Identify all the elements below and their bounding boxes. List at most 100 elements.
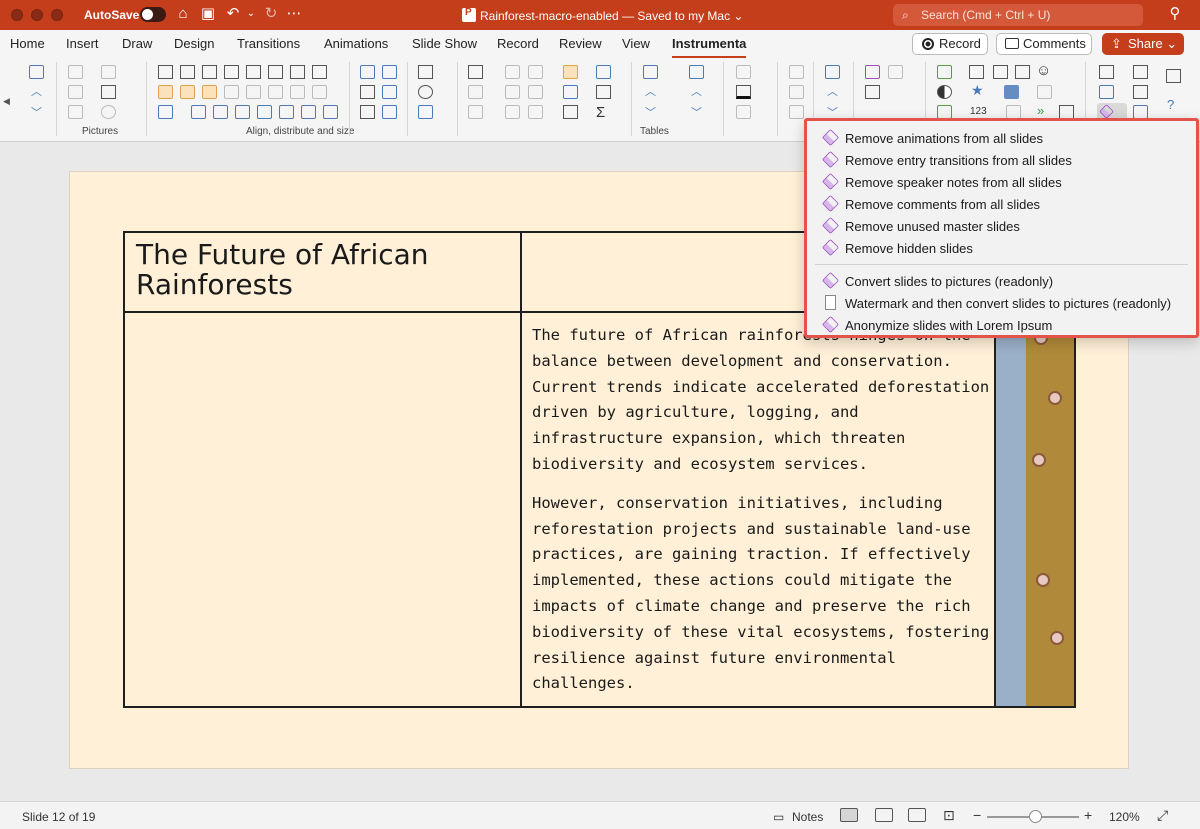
slide-sorter-view-button[interactable] (875, 808, 893, 822)
chevron-up-icon[interactable]: ︿ (827, 87, 838, 98)
contrast-icon[interactable] (937, 85, 952, 99)
table-style-icon[interactable] (563, 65, 578, 79)
align-middle-icon[interactable] (246, 65, 261, 79)
tab-insert[interactable]: Insert (66, 36, 99, 51)
ribbon-scroll-left-icon[interactable]: ◀ (3, 96, 10, 107)
swap-positions-icon[interactable] (158, 105, 173, 119)
same-height-icon[interactable] (180, 85, 195, 99)
autosave-toggle[interactable] (140, 7, 166, 22)
snap-icon[interactable] (213, 105, 228, 119)
convert-table-icon[interactable] (563, 85, 578, 99)
document-icon[interactable] (1015, 65, 1030, 79)
chevron-up-icon[interactable]: ︿ (645, 87, 656, 98)
distribute-vertical-icon[interactable] (312, 65, 327, 79)
merge-cells-icon[interactable] (505, 85, 520, 99)
skew-icon[interactable] (312, 85, 327, 99)
shape-fill-icon[interactable] (101, 105, 116, 119)
notes-button[interactable]: Notes (792, 810, 823, 824)
redo-icon[interactable]: ↻ (262, 5, 280, 23)
emoji-icon[interactable]: ☺ (1036, 63, 1051, 78)
align-right-icon[interactable] (202, 65, 217, 79)
normal-view-button[interactable] (840, 808, 858, 822)
close-window-button[interactable] (11, 9, 23, 21)
undo-icon[interactable]: ↶ (224, 5, 242, 23)
more-options-icon[interactable]: ⋯ (285, 5, 303, 23)
insert-table-icon[interactable] (468, 65, 483, 79)
share-button[interactable]: ⇪ Share ⌄ (1102, 33, 1184, 55)
grid-size-icon[interactable] (224, 85, 239, 99)
transpose-table-icon[interactable] (563, 105, 578, 119)
color-grid-icon[interactable] (1004, 85, 1019, 99)
tab-instrumenta[interactable]: Instrumenta (672, 36, 747, 59)
menu-item-remove-animations[interactable]: Remove animations from all slides (807, 127, 1196, 149)
delete-row-icon[interactable] (505, 65, 520, 79)
numbering-icon[interactable]: 123 (970, 106, 987, 117)
stamp-icon[interactable] (937, 65, 952, 79)
menu-item-remove-comments[interactable]: Remove comments from all slides (807, 193, 1196, 215)
same-width-icon[interactable] (158, 85, 173, 99)
menu-item-remove-transitions[interactable]: Remove entry transitions from all slides (807, 149, 1196, 171)
align-left-icon[interactable] (158, 65, 173, 79)
slide-body-text[interactable]: The future of African rainforests hinges… (532, 323, 992, 710)
table-layout-icon[interactable] (596, 85, 611, 99)
distribute-rows-icon[interactable] (468, 105, 483, 119)
notes-icon[interactable]: ▭ (773, 810, 784, 824)
text-box-icon[interactable] (789, 65, 804, 79)
tab-record[interactable]: Record (497, 36, 539, 51)
crop-to-fit-icon[interactable] (101, 85, 116, 99)
screenshot-icon[interactable] (969, 65, 984, 79)
fit-height-icon[interactable] (235, 105, 250, 119)
star-icon[interactable]: ★ (971, 83, 984, 97)
sum-icon[interactable]: Σ (596, 105, 605, 120)
delete-column-icon[interactable] (528, 65, 543, 79)
line-color-icon[interactable] (736, 85, 751, 99)
language-icon[interactable] (1133, 105, 1148, 119)
flip-icon[interactable] (268, 85, 283, 99)
chevron-up-icon[interactable]: ︿ (31, 87, 42, 98)
replace-picture-icon[interactable] (68, 105, 83, 119)
chevron-down-icon[interactable]: ﹀ (31, 108, 42, 119)
file-icon[interactable] (1006, 105, 1021, 119)
table-borders-icon[interactable] (528, 105, 543, 119)
label-icon[interactable] (937, 105, 952, 119)
grid-dots-icon[interactable] (418, 65, 433, 79)
menu-item-anonymize-lorem-ipsum[interactable]: Anonymize slides with Lorem Ipsum (807, 314, 1196, 336)
target-icon[interactable] (418, 85, 433, 99)
tab-view[interactable]: View (622, 36, 650, 51)
record-button[interactable]: Record (912, 33, 988, 55)
fit-to-window-icon[interactable]: ⤢ (1157, 807, 1168, 824)
document-title[interactable]: Rainforest-macro-enabled — Saved to my M… (462, 7, 744, 23)
table-fit-icon[interactable] (468, 85, 483, 99)
image-format-icon[interactable] (865, 85, 880, 99)
tab-design[interactable]: Design (174, 36, 214, 51)
zoom-in-button[interactable]: + (1084, 807, 1092, 823)
chevron-down-icon[interactable]: ﹀ (691, 108, 702, 119)
tab-review[interactable]: Review (559, 36, 602, 51)
picture-frame-icon[interactable] (993, 65, 1008, 79)
copy-format-icon[interactable] (888, 65, 903, 79)
zoom-level[interactable]: 120% (1109, 810, 1140, 824)
slide-icon[interactable] (1099, 65, 1114, 79)
picture-edit-icon[interactable] (101, 65, 116, 79)
align-center-icon[interactable] (180, 65, 195, 79)
tab-transitions[interactable]: Transitions (237, 36, 300, 51)
fit-right-icon[interactable] (301, 105, 316, 119)
text-wrap-icon[interactable] (789, 85, 804, 99)
reading-view-button[interactable] (908, 808, 926, 822)
tab-draw[interactable]: Draw (122, 36, 152, 51)
search-input[interactable]: ⌕ Search (Cmd + Ctrl + U) (893, 4, 1143, 26)
columns-icon[interactable] (825, 65, 840, 79)
chevron-up-icon[interactable]: ︿ (691, 87, 702, 98)
notes-page-icon[interactable] (1166, 69, 1181, 83)
fit-bottom-icon[interactable] (323, 105, 338, 119)
expand-icon[interactable] (418, 105, 433, 119)
warning-icon[interactable] (246, 85, 261, 99)
table-grid-icon[interactable] (596, 65, 611, 79)
zoom-out-button[interactable]: − (973, 807, 981, 823)
select-icon[interactable] (1133, 65, 1148, 79)
crop-icon[interactable] (68, 65, 83, 79)
slide-sorter-icon[interactable] (1099, 85, 1114, 99)
tag-icon[interactable] (1133, 85, 1148, 99)
row-height-icon[interactable] (643, 65, 658, 79)
picture-icon[interactable] (68, 85, 83, 99)
